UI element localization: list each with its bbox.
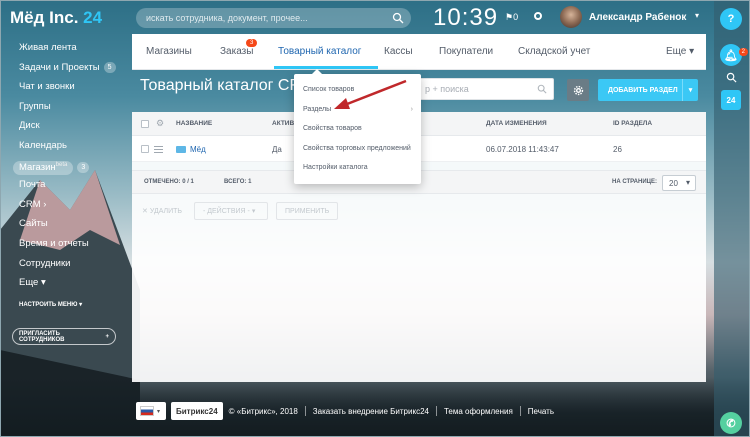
menu-item-product-properties[interactable]: Свойства товаров xyxy=(294,119,421,139)
tabs-more[interactable]: Еще ▾ xyxy=(666,46,694,57)
total-count: ВСЕГО: 1 xyxy=(224,179,252,185)
row-active: Да xyxy=(272,145,282,154)
actions-select[interactable]: - ДЕЙСТВИЯ - ▾ xyxy=(194,202,268,220)
row-checkbox[interactable] xyxy=(141,145,149,153)
menu-item-reports[interactable]: Время и отчеты xyxy=(0,234,128,254)
ru-flag-icon xyxy=(140,406,154,416)
shop-count: 3 xyxy=(77,161,90,173)
search-icon[interactable] xyxy=(537,84,547,94)
grid-settings-icon[interactable]: ⚙ xyxy=(156,118,164,129)
tab-catalog[interactable]: Товарный каталог xyxy=(278,46,361,57)
task-counter[interactable]: ⚑0 xyxy=(505,12,518,23)
tab-customers[interactable]: Покупатели xyxy=(439,46,493,57)
menu-item-mail[interactable]: Почта xyxy=(0,175,128,195)
row-menu-icon[interactable] xyxy=(154,146,163,153)
chevron-down-icon: ▾ xyxy=(685,178,690,187)
row-name[interactable]: Мёд xyxy=(190,145,206,154)
notifications-badge: 2 xyxy=(738,48,748,56)
menu-item-sites[interactable]: Сайты xyxy=(0,214,128,234)
divider xyxy=(519,406,521,416)
annotation-arrow-icon xyxy=(334,79,407,109)
menu-item-catalog-settings[interactable]: Настройки каталога xyxy=(294,158,421,178)
help-icon[interactable]: ? xyxy=(720,8,742,30)
chevron-right-icon: › xyxy=(410,105,413,113)
divider xyxy=(435,406,437,416)
menu-item-groups[interactable]: Группы xyxy=(0,97,128,117)
add-menu-chevron-icon[interactable]: ▾ xyxy=(682,79,698,101)
settings-button[interactable] xyxy=(567,79,589,101)
per-page-select[interactable]: 20 ▾ xyxy=(662,175,696,191)
language-select[interactable]: ▾ xyxy=(136,402,166,420)
divider xyxy=(304,406,306,416)
tab-warehouse[interactable]: Складской учет xyxy=(518,46,590,57)
flag-icon: ⚑ xyxy=(505,12,514,22)
search-icon[interactable] xyxy=(392,12,404,24)
chevron-down-icon: ▾ xyxy=(79,301,83,308)
chevron-down-icon: ▾ xyxy=(251,208,256,215)
print-link[interactable]: Печать xyxy=(528,407,554,416)
plus-icon: + xyxy=(105,333,109,340)
selected-count: ОТМЕЧЕНО: 0 / 1 xyxy=(144,179,194,185)
menu-item-calendar[interactable]: Календарь xyxy=(0,136,128,156)
tab-orders[interactable]: Заказы xyxy=(220,46,253,57)
bitrix24-calendar-icon[interactable]: 24 xyxy=(721,90,741,110)
chevron-down-icon: ▾ xyxy=(40,277,46,289)
bitrix24-logo[interactable]: Битрикс24 xyxy=(171,402,223,420)
chevron-right-icon: › xyxy=(43,198,47,210)
order-implementation-link[interactable]: Заказать внедрение Битрикс24 xyxy=(313,407,429,416)
row-date-changed: 06.07.2018 11:43:47 xyxy=(486,145,559,154)
apply-button[interactable]: ПРИМЕНИТЬ xyxy=(276,202,339,220)
portal-logo[interactable]: Мёд Inc. 24 xyxy=(10,8,102,28)
select-all-checkbox[interactable] xyxy=(141,120,149,128)
beta-label: beta xyxy=(55,161,68,168)
add-section-button[interactable]: ДОБАВИТЬ РАЗДЕЛ ▾ xyxy=(598,79,698,101)
user-name[interactable]: Александр Рабенок xyxy=(589,12,686,23)
tab-cash-registers[interactable]: Кассы xyxy=(384,46,413,57)
shop-tabs: Магазины Заказы 3 Товарный каталог Кассы… xyxy=(132,34,706,70)
orders-badge: 3 xyxy=(246,39,258,47)
menu-item-shop[interactable]: Магазинbeta 3 xyxy=(0,156,128,176)
notifications-icon[interactable]: 🔔︎ xyxy=(720,44,742,66)
tab-shops[interactable]: Магазины xyxy=(146,46,192,57)
menu-item-more[interactable]: Еще ▾ xyxy=(0,273,128,293)
delete-button[interactable]: ✕ УДАЛИТЬ xyxy=(142,202,182,220)
folder-icon xyxy=(176,146,186,153)
workday-status-icon[interactable] xyxy=(534,12,542,20)
menu-item-tasks[interactable]: Задачи и Проекты 5 xyxy=(0,58,128,78)
invite-employees-button[interactable]: ПРИГЛАСИТЬ СОТРУДНИКОВ + xyxy=(12,328,116,345)
group-actions: ✕ УДАЛИТЬ - ДЕЙСТВИЯ - ▾ ПРИМЕНИТЬ xyxy=(132,202,706,226)
menu-item-chat[interactable]: Чат и звонки xyxy=(0,77,128,97)
tasks-count: 5 xyxy=(103,61,116,73)
column-section-id[interactable]: ID РАЗДЕЛА xyxy=(613,120,652,127)
global-search-input[interactable] xyxy=(136,8,376,28)
page-title: Товарный каталог CRM xyxy=(140,77,315,94)
close-icon: ✕ xyxy=(142,208,148,215)
column-active[interactable]: АКТИВ xyxy=(272,120,294,127)
rail-search-icon[interactable] xyxy=(720,66,742,88)
active-tab-indicator xyxy=(274,66,378,69)
user-avatar[interactable] xyxy=(560,6,582,28)
column-name[interactable]: НАЗВАНИЕ xyxy=(176,120,212,127)
menu-item-offer-properties[interactable]: Свойства торговых предложений xyxy=(294,139,421,159)
theme-link[interactable]: Тема оформления xyxy=(444,407,513,416)
configure-menu-link[interactable]: НАСТРОИТЬ МЕНЮ ▾ xyxy=(0,301,128,308)
menu-item-employees[interactable]: Сотрудники xyxy=(0,254,128,274)
gear-icon xyxy=(573,85,583,95)
chevron-down-icon: ▾ xyxy=(157,408,161,415)
clock-time: 10:39 xyxy=(433,4,499,31)
menu-item-live-feed[interactable]: Живая лента xyxy=(0,38,128,58)
phone-icon[interactable]: ✆ xyxy=(720,412,742,434)
chevron-down-icon: ▾ xyxy=(689,46,695,57)
menu-item-crm[interactable]: CRM › xyxy=(0,195,128,215)
per-page-label: НА СТРАНИЦЕ: xyxy=(612,179,658,185)
left-menu: Живая лента Задачи и Проекты 5 Чат и звон… xyxy=(0,38,128,308)
copyright-text: © «Битрикс», 2018 xyxy=(228,406,298,416)
global-search[interactable] xyxy=(136,8,411,28)
footer-bar: ▾ Битрикс24 © «Битрикс», 2018 Заказать в… xyxy=(136,402,554,420)
right-rail: ? 🔔︎ 2 24 ✆ xyxy=(714,0,750,437)
chevron-down-icon[interactable]: ▾ xyxy=(695,11,699,20)
row-section-id: 26 xyxy=(613,145,622,154)
column-date-changed[interactable]: ДАТА ИЗМЕНЕНИЯ xyxy=(486,120,547,127)
menu-item-disk[interactable]: Диск xyxy=(0,116,128,136)
